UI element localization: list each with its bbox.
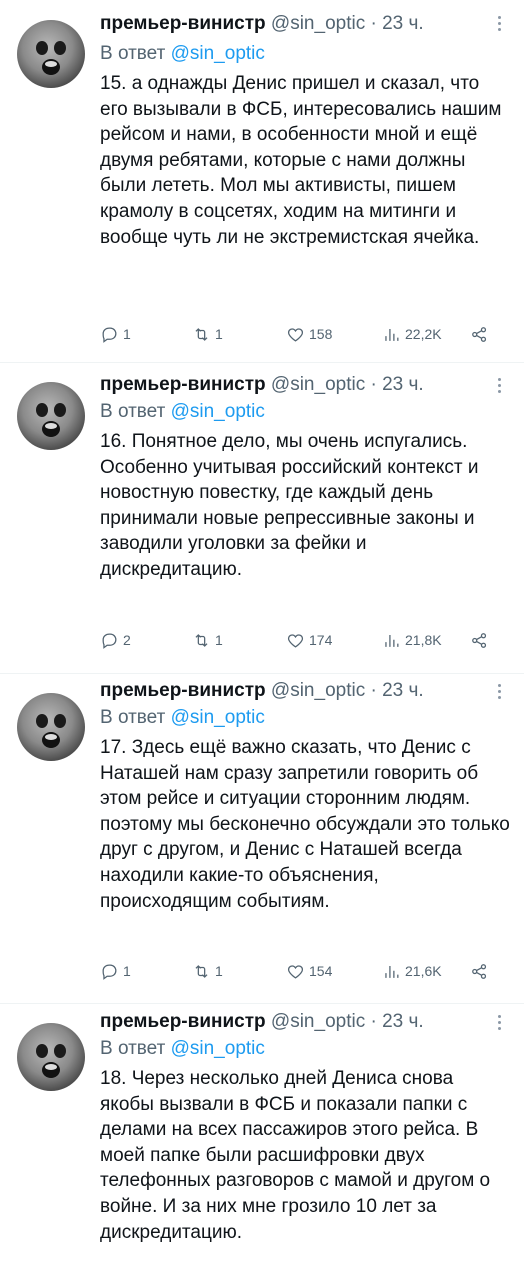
reply-button[interactable]: 1 xyxy=(100,960,131,982)
reply-handle-link[interactable]: @sin_optic xyxy=(171,1038,265,1059)
avatar[interactable] xyxy=(17,382,85,450)
like-button[interactable]: 154 xyxy=(286,960,332,982)
share-icon xyxy=(472,963,487,979)
timestamp[interactable]: 23 ч. xyxy=(382,680,424,701)
reply-count: 1 xyxy=(123,963,131,979)
reply-count: 1 xyxy=(123,326,131,342)
retweet-button[interactable]: 1 xyxy=(192,323,223,345)
share-icon xyxy=(472,326,487,342)
tweet-header: премьер-винистр @sin_optic · 23 ч. xyxy=(100,373,424,397)
separator-dot: · xyxy=(370,13,377,34)
reply-context: В ответ @sin_optic xyxy=(100,1037,265,1061)
reply-prefix: В ответ xyxy=(100,401,166,422)
share-button[interactable] xyxy=(470,629,489,651)
retweet-button[interactable]: 1 xyxy=(192,960,223,982)
timestamp[interactable]: 23 ч. xyxy=(382,13,424,34)
reply-prefix: В ответ xyxy=(100,43,166,64)
like-button[interactable]: 174 xyxy=(286,629,332,651)
views-button[interactable]: 22,2K xyxy=(382,323,442,345)
author-handle[interactable]: @sin_optic xyxy=(271,1011,365,1032)
retweet-count: 1 xyxy=(215,326,223,342)
more-icon[interactable] xyxy=(494,1013,504,1033)
retweet-icon xyxy=(195,633,208,647)
reply-handle-link[interactable]: @sin_optic xyxy=(171,401,265,422)
reply-context: В ответ @sin_optic xyxy=(100,400,265,424)
avatar-face-icon xyxy=(36,403,66,437)
reply-prefix: В ответ xyxy=(100,707,166,728)
like-count: 158 xyxy=(309,326,333,342)
timestamp[interactable]: 23 ч. xyxy=(382,1011,424,1032)
retweet-icon xyxy=(195,327,208,341)
reply-icon xyxy=(102,327,117,343)
views-count: 21,6K xyxy=(405,963,442,979)
author-handle[interactable]: @sin_optic xyxy=(271,374,365,395)
avatar-face-icon xyxy=(36,1044,66,1078)
share-button[interactable] xyxy=(470,323,489,345)
author-handle[interactable]: @sin_optic xyxy=(271,680,365,701)
reply-icon xyxy=(102,964,117,980)
share-icon xyxy=(472,632,487,648)
reply-icon xyxy=(102,633,117,649)
reply-button[interactable]: 2 xyxy=(100,629,131,651)
more-icon[interactable] xyxy=(494,376,504,396)
action-bar: 1 1 154 21,6K xyxy=(100,960,500,982)
retweet-icon xyxy=(195,964,208,978)
views-count: 21,8K xyxy=(405,632,442,648)
like-count: 154 xyxy=(309,963,333,979)
tweet-header: премьер-винистр @sin_optic · 23 ч. xyxy=(100,12,424,36)
heart-icon xyxy=(287,964,304,979)
author-name[interactable]: премьер-винистр xyxy=(100,13,266,34)
avatar[interactable] xyxy=(17,20,85,88)
share-button[interactable] xyxy=(470,960,489,982)
reply-context: В ответ @sin_optic xyxy=(100,706,265,730)
author-name[interactable]: премьер-винистр xyxy=(100,1011,266,1032)
reply-button[interactable]: 1 xyxy=(100,323,131,345)
timestamp[interactable]: 23 ч. xyxy=(382,374,424,395)
views-icon xyxy=(385,634,399,647)
author-name[interactable]: премьер-винистр xyxy=(100,680,266,701)
action-bar: 1 1 158 22,2K xyxy=(100,323,500,345)
retweet-count: 1 xyxy=(215,632,223,648)
reply-handle-link[interactable]: @sin_optic xyxy=(171,43,265,64)
like-count: 174 xyxy=(309,632,333,648)
separator-dot: · xyxy=(370,680,377,701)
separator-dot: · xyxy=(370,1011,377,1032)
tweet-text: 17. Здесь ещё важно сказать, что Денис с… xyxy=(100,737,510,912)
reply-handle-link[interactable]: @sin_optic xyxy=(171,707,265,728)
views-button[interactable]: 21,6K xyxy=(382,960,442,982)
tweet[interactable]: премьер-винистр @sin_optic · 23 ч. В отв… xyxy=(0,673,524,1003)
views-button[interactable]: 21,8K xyxy=(382,629,442,651)
retweet-count: 1 xyxy=(215,963,223,979)
views-icon xyxy=(385,328,399,341)
reply-context: В ответ @sin_optic xyxy=(100,42,265,66)
author-handle[interactable]: @sin_optic xyxy=(271,13,365,34)
like-button[interactable]: 158 xyxy=(286,323,332,345)
tweet[interactable]: премьер-винистр @sin_optic · 23 ч. В отв… xyxy=(0,362,524,682)
more-icon[interactable] xyxy=(494,14,504,34)
reply-count: 2 xyxy=(123,632,131,648)
tweet-text: 15. а однажды Денис пришел и сказал, что… xyxy=(100,73,502,248)
avatar-face-icon xyxy=(36,714,66,748)
heart-icon xyxy=(287,633,304,648)
views-icon xyxy=(385,965,399,978)
views-count: 22,2K xyxy=(405,326,442,342)
tweet-text: 18. Через несколько дней Дениса снова як… xyxy=(100,1068,491,1243)
tweet-header: премьер-винистр @sin_optic · 23 ч. xyxy=(100,1010,424,1034)
avatar[interactable] xyxy=(17,1023,85,1091)
tweet[interactable]: премьер-винистр @sin_optic · 23 ч. В отв… xyxy=(0,0,524,370)
heart-icon xyxy=(287,327,304,342)
retweet-button[interactable]: 1 xyxy=(192,629,223,651)
tweet-text: 16. Понятное дело, мы очень испугались. … xyxy=(100,431,479,580)
author-name[interactable]: премьер-винистр xyxy=(100,374,266,395)
avatar-face-icon xyxy=(36,41,66,75)
action-bar: 2 1 174 21,8K xyxy=(100,629,500,651)
reply-prefix: В ответ xyxy=(100,1038,166,1059)
avatar[interactable] xyxy=(17,693,85,761)
tweet[interactable]: премьер-винистр @sin_optic · 23 ч. В отв… xyxy=(0,1003,524,1280)
tweet-header: премьер-винистр @sin_optic · 23 ч. xyxy=(100,679,424,703)
separator-dot: · xyxy=(370,374,377,395)
more-icon[interactable] xyxy=(494,682,504,702)
